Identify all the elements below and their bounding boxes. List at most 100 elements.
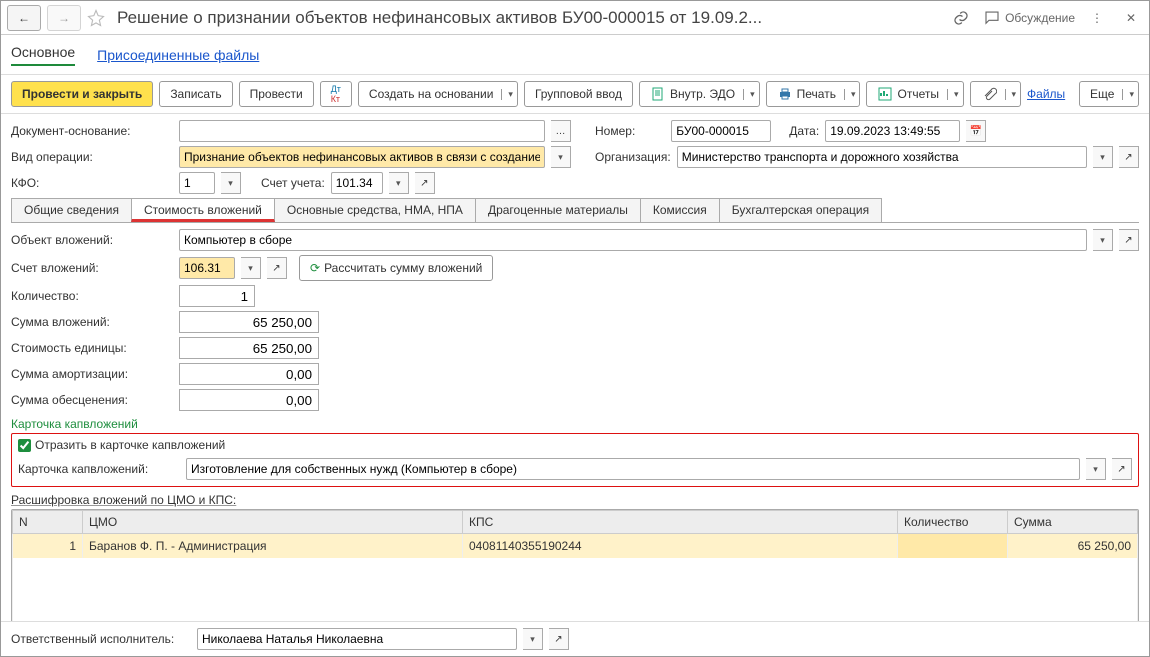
nav-back-button[interactable]: ← (7, 5, 41, 31)
arrow-left-icon: ← (18, 11, 30, 25)
dt-kt-icon: ДтКт (331, 84, 341, 104)
tab-precious[interactable]: Драгоценные материалы (475, 198, 641, 222)
date-label: Дата: (789, 124, 819, 138)
responsible-label: Ответственный исполнитель: (11, 632, 191, 646)
section-attached-files[interactable]: Присоединенные файлы (97, 47, 259, 63)
qty-field[interactable] (179, 285, 255, 307)
reflect-in-card-checkbox[interactable]: Отразить в карточке капвложений (18, 438, 1132, 452)
tab-general[interactable]: Общие сведения (11, 198, 132, 222)
printer-icon (777, 86, 793, 102)
account-dropdown[interactable] (389, 172, 409, 194)
arrow-right-icon: → (58, 11, 70, 25)
col-cmo[interactable]: ЦМО (83, 511, 463, 534)
discuss-label: Обсуждение (1005, 11, 1075, 25)
doc-basis-picker[interactable]: … (551, 120, 571, 142)
nav-forward-button[interactable]: → (47, 5, 81, 31)
kebab-menu-icon[interactable]: ⋮ (1085, 5, 1109, 31)
reports-button[interactable]: Отчеты▾ (866, 81, 963, 107)
number-label: Номер: (595, 124, 635, 138)
org-label: Организация: (595, 150, 671, 164)
reports-icon (877, 86, 893, 102)
calendar-icon: 📅 (969, 126, 981, 137)
capex-card-field[interactable] (186, 458, 1080, 480)
attach-button[interactable]: ▾ (970, 81, 1022, 107)
inv-account-open[interactable]: ↗ (267, 257, 287, 279)
account-open-button[interactable]: ↗ (415, 172, 435, 194)
close-icon[interactable]: ✕ (1119, 5, 1143, 31)
responsible-dropdown[interactable] (523, 628, 543, 650)
recalc-button[interactable]: ⟳ Рассчитать сумму вложений (299, 255, 493, 281)
reflect-checkbox-input[interactable] (18, 439, 31, 452)
account-field[interactable] (331, 172, 383, 194)
inv-object-field[interactable] (179, 229, 1087, 251)
doc-basis-field[interactable] (179, 120, 545, 142)
org-field[interactable] (677, 146, 1087, 168)
capex-card-open[interactable]: ↗ (1112, 458, 1132, 480)
operation-type-field[interactable] (179, 146, 545, 168)
amort-field[interactable] (179, 363, 319, 385)
favorite-star-icon[interactable] (87, 9, 105, 27)
operation-type-label: Вид операции: (11, 150, 173, 164)
number-field[interactable] (671, 120, 771, 142)
save-button[interactable]: Записать (159, 81, 232, 107)
col-n[interactable]: N (13, 511, 83, 534)
responsible-open[interactable]: ↗ (549, 628, 569, 650)
tab-investment-cost[interactable]: Стоимость вложений (131, 198, 275, 222)
kfo-field[interactable] (179, 172, 215, 194)
capex-card-dropdown[interactable] (1086, 458, 1106, 480)
operation-type-dropdown[interactable] (551, 146, 571, 168)
depreciation-field[interactable] (179, 389, 319, 411)
group-input-button[interactable]: Групповой ввод (524, 81, 633, 107)
tab-fixed-assets[interactable]: Основные средства, НМА, НПА (274, 198, 476, 222)
depreciation-label: Сумма обесценения: (11, 393, 173, 407)
amort-label: Сумма амортизации: (11, 367, 173, 381)
inv-account-field[interactable] (179, 257, 235, 279)
inner-tabs: Общие сведения Стоимость вложений Основн… (11, 198, 1139, 223)
breakdown-title: Расшифровка вложений по ЦМО и КПС: (11, 493, 1139, 507)
unit-cost-label: Стоимость единицы: (11, 341, 173, 355)
col-kps[interactable]: КПС (463, 511, 898, 534)
paperclip-icon (981, 86, 997, 102)
internal-edo-button[interactable]: Внутр. ЭДО▾ (639, 81, 760, 107)
responsible-field[interactable] (197, 628, 517, 650)
inv-object-dropdown[interactable] (1093, 229, 1113, 251)
org-open-button[interactable]: ↗ (1119, 146, 1139, 168)
table-row[interactable]: 1 Баранов Ф. П. - Администрация 04081140… (13, 534, 1138, 559)
post-button[interactable]: Провести (239, 81, 314, 107)
date-picker-button[interactable]: 📅 (966, 120, 986, 142)
discuss-button[interactable]: Обсуждение (983, 5, 1075, 31)
breakdown-grid[interactable]: N ЦМО КПС Количество Сумма 1 Баранов Ф. … (11, 509, 1139, 639)
debit-credit-button[interactable]: ДтКт (320, 81, 352, 107)
create-based-on-button[interactable]: Создать на основании▾ (358, 81, 518, 107)
document-title: Решение о признании объектов нефинансовы… (117, 8, 943, 28)
link-icon[interactable] (949, 5, 973, 31)
section-main[interactable]: Основное (11, 44, 75, 66)
tab-commission[interactable]: Комиссия (640, 198, 720, 222)
more-button[interactable]: Еще▾ (1079, 81, 1139, 107)
qty-label: Количество: (11, 289, 173, 303)
post-and-close-button[interactable]: Провести и закрыть (11, 81, 153, 107)
kfo-label: КФО: (11, 176, 173, 190)
account-label: Счет учета: (261, 176, 325, 190)
capex-card-field-label: Карточка капвложений: (18, 462, 180, 476)
inv-account-label: Счет вложений: (11, 261, 173, 275)
unit-cost-field[interactable] (179, 337, 319, 359)
org-dropdown[interactable] (1093, 146, 1113, 168)
inv-object-open[interactable]: ↗ (1119, 229, 1139, 251)
inv-account-dropdown[interactable] (241, 257, 261, 279)
kfo-dropdown[interactable] (221, 172, 241, 194)
files-link[interactable]: Файлы (1027, 87, 1065, 101)
doc-basis-label: Документ-основание: (11, 124, 173, 138)
tab-accounting[interactable]: Бухгалтерская операция (719, 198, 882, 222)
document-icon (650, 86, 666, 102)
capex-card-title: Карточка капвложений (11, 417, 1139, 431)
sum-field[interactable] (179, 311, 319, 333)
col-sum[interactable]: Сумма (1008, 511, 1138, 534)
sum-label: Сумма вложений: (11, 315, 173, 329)
reflect-checkbox-label: Отразить в карточке капвложений (35, 438, 225, 452)
date-field[interactable] (825, 120, 960, 142)
print-button[interactable]: Печать▾ (766, 81, 861, 107)
col-qty[interactable]: Количество (898, 511, 1008, 534)
refresh-icon: ⟳ (310, 261, 320, 275)
inv-object-label: Объект вложений: (11, 233, 173, 247)
